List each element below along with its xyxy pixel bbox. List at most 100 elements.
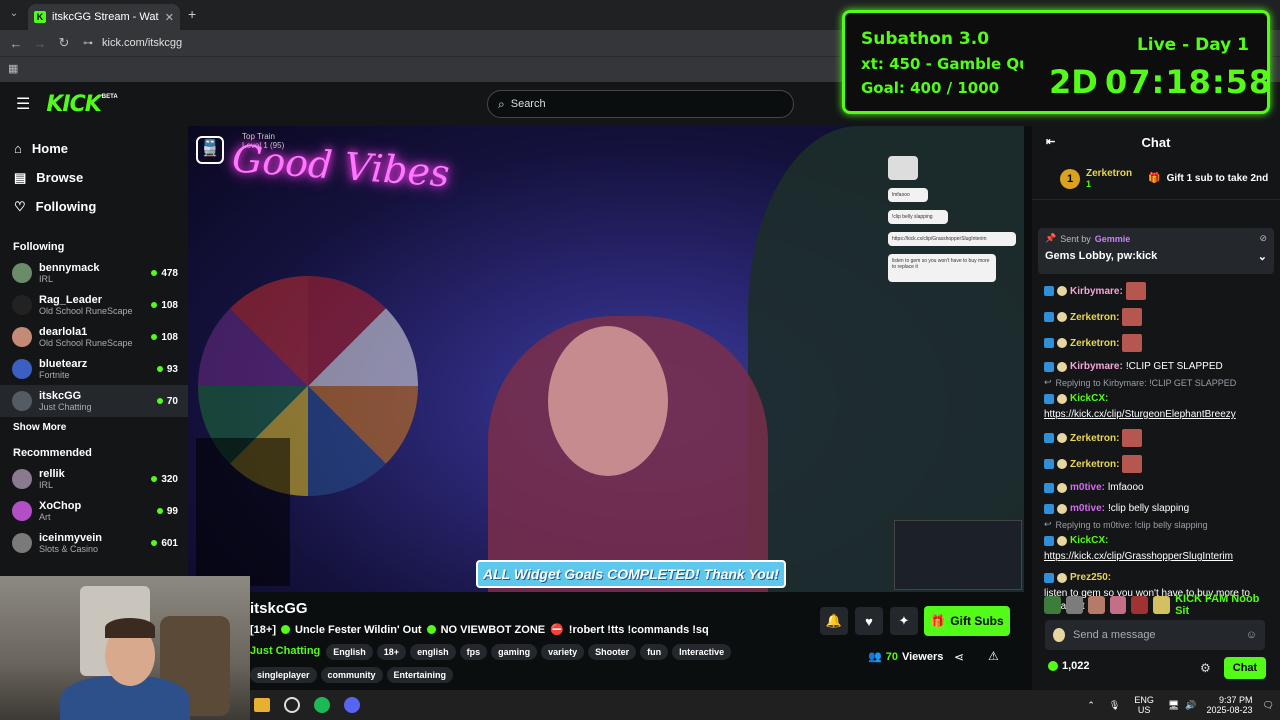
- stream-tag[interactable]: english: [410, 644, 456, 660]
- search-input[interactable]: ⌕ Search: [487, 90, 794, 118]
- emote-icon[interactable]: [1131, 596, 1149, 614]
- stream-tag[interactable]: 18+: [376, 644, 407, 660]
- chat-link[interactable]: https://kick.cx/clip/SturgeonElephantBre…: [1044, 408, 1236, 421]
- emote-icon[interactable]: [1044, 596, 1061, 614]
- chat-settings-icon[interactable]: ⚙: [1200, 661, 1211, 675]
- sidebar-channel-item[interactable]: XoChop Art 99: [0, 495, 188, 527]
- chat-username[interactable]: Prez250:: [1070, 571, 1111, 584]
- emoji-picker-icon[interactable]: ☺: [1246, 629, 1257, 641]
- report-icon[interactable]: ⚠: [988, 649, 999, 663]
- nav-following[interactable]: ♡ Following: [0, 192, 188, 221]
- discord-icon[interactable]: [344, 697, 360, 713]
- chat-username[interactable]: Kirbymare:: [1070, 360, 1123, 373]
- chat-username[interactable]: m0tive:: [1070, 481, 1105, 494]
- top-gifter-name[interactable]: Zerketron: [1086, 168, 1132, 179]
- browser-tab[interactable]: K itskcGG Stream - Watch Live o ✕: [28, 4, 180, 30]
- chat-username[interactable]: m0tive:: [1070, 502, 1105, 515]
- channel-points[interactable]: 1,022: [1048, 660, 1090, 672]
- category-link[interactable]: Just Chatting: [250, 645, 320, 657]
- video-player[interactable]: 🚆 Top Train Level 1 (95) Good Vibes lmfa…: [188, 126, 1024, 592]
- reply-context[interactable]: ↩ Replying to Kirbymare: !CLIP GET SLAPPE…: [1032, 377, 1280, 388]
- file-explorer-icon[interactable]: [254, 698, 270, 712]
- emote-icon[interactable]: [1109, 596, 1127, 614]
- emote-icon[interactable]: [1153, 596, 1171, 614]
- forward-icon[interactable]: →: [28, 36, 52, 51]
- apps-grid-icon[interactable]: ▦: [8, 62, 18, 75]
- send-chat-button[interactable]: Chat: [1224, 657, 1266, 679]
- tab-close-icon[interactable]: ✕: [165, 11, 174, 24]
- pinned-message[interactable]: 📌 Sent by Gemmie ⊘ Gems Lobby, pw:kick ⌄: [1038, 228, 1274, 274]
- emote-icon[interactable]: [1065, 596, 1083, 614]
- stream-tag[interactable]: singleplayer: [250, 667, 317, 683]
- reply-context[interactable]: ↩ Replying to m0tive: !clip belly slappin…: [1032, 519, 1280, 530]
- network-icon[interactable]: 🖥: [1168, 700, 1179, 711]
- chat-message[interactable]: Kirbymare: !CLIP GET SLAPPED: [1032, 356, 1280, 377]
- gift-subs-button[interactable]: 🎁 Gift Subs: [924, 606, 1010, 636]
- chat-message[interactable]: m0tive: !clip belly slapping: [1032, 498, 1280, 519]
- clip-button[interactable]: ✦: [890, 607, 918, 635]
- chat-username[interactable]: Zerketron:: [1070, 458, 1119, 471]
- kick-logo[interactable]: KICK: [46, 92, 101, 117]
- back-icon[interactable]: ←: [4, 36, 28, 51]
- stream-tag[interactable]: Entertaining: [386, 667, 454, 683]
- chat-username[interactable]: Zerketron:: [1070, 432, 1119, 445]
- stream-tag[interactable]: fps: [459, 644, 488, 660]
- emote-icon[interactable]: [1087, 596, 1105, 614]
- sidebar-channel-item[interactable]: rellik IRL 320: [0, 463, 188, 495]
- send-message-input[interactable]: Send a message ☺: [1045, 620, 1265, 650]
- spotify-icon[interactable]: [314, 697, 330, 713]
- notification-icon[interactable]: 🗨: [1263, 700, 1274, 711]
- chat-message[interactable]: Zerketron:: [1032, 451, 1280, 477]
- reload-icon[interactable]: ↻: [52, 35, 76, 51]
- chat-username[interactable]: Kirbymare:: [1070, 285, 1123, 298]
- url-field[interactable]: kick.com/itskcgg: [102, 37, 182, 49]
- top-gifter-cta[interactable]: Gift 1 sub to take 2nd: [1167, 173, 1269, 184]
- chat-username[interactable]: KickCX:: [1070, 392, 1108, 405]
- chat-message[interactable]: Zerketron:: [1032, 304, 1280, 330]
- mic-icon[interactable]: 🎙: [1109, 700, 1120, 711]
- sidebar-channel-item[interactable]: Rag_Leader Old School RuneScape 108: [0, 289, 188, 321]
- clock[interactable]: 9:37 PM 2025-08-23: [1207, 695, 1253, 715]
- stream-tag[interactable]: Shooter: [588, 644, 637, 660]
- chat-username[interactable]: Zerketron:: [1070, 311, 1119, 324]
- chat-link[interactable]: https://kick.cx/clip/GrasshopperSlugInte…: [1044, 550, 1233, 563]
- chat-message[interactable]: KickCX: https://kick.cx/clip/GrasshopperS…: [1032, 530, 1280, 567]
- language-indicator[interactable]: ENG US: [1134, 695, 1154, 715]
- webcam-person-hair: [105, 618, 155, 638]
- sidebar-channel-item[interactable]: iceinmyvein Slots & Casino 601: [0, 527, 188, 559]
- channel-viewer-count: 108: [161, 299, 178, 311]
- nav-browse[interactable]: ▤ Browse: [0, 163, 188, 192]
- sidebar-channel-item[interactable]: dearlola1 Old School RuneScape 108: [0, 321, 188, 353]
- stream-tag[interactable]: community: [320, 667, 383, 683]
- tray-chevron-icon[interactable]: ⌃: [1087, 700, 1095, 711]
- nav-home[interactable]: ⌂ Home: [0, 134, 188, 163]
- sidebar-channel-item[interactable]: bennymack IRL 478: [0, 257, 188, 289]
- stream-tag[interactable]: gaming: [491, 644, 538, 660]
- hide-pin-icon[interactable]: ⊘: [1259, 233, 1267, 244]
- chat-username[interactable]: Zerketron:: [1070, 337, 1119, 350]
- stream-tag[interactable]: fun: [640, 644, 669, 660]
- chat-message[interactable]: KickCX: https://kick.cx/clip/SturgeonElep…: [1032, 388, 1280, 425]
- chat-message[interactable]: Zerketron:: [1032, 330, 1280, 356]
- menu-icon[interactable]: ☰: [16, 94, 30, 114]
- expand-pin-icon[interactable]: ⌄: [1258, 250, 1267, 263]
- sidebar-channel-item[interactable]: itskcGG Just Chatting 70: [0, 385, 188, 417]
- notification-bell-button[interactable]: 🔔: [820, 607, 848, 635]
- chat-message[interactable]: m0tive: lmfaooo: [1032, 477, 1280, 498]
- show-more-link[interactable]: Show More: [0, 417, 188, 439]
- stream-tag[interactable]: English: [326, 644, 373, 660]
- stream-tag[interactable]: variety: [541, 644, 585, 660]
- new-tab-icon[interactable]: +: [188, 6, 196, 22]
- collapse-chat-icon[interactable]: ⇤: [1046, 135, 1055, 148]
- obs-icon[interactable]: [284, 697, 300, 713]
- chat-message[interactable]: Zerketron:: [1032, 425, 1280, 451]
- stream-tag[interactable]: Interactive: [672, 644, 732, 660]
- follow-button[interactable]: ♥: [855, 607, 883, 635]
- site-info-icon[interactable]: ⊶: [76, 38, 100, 49]
- share-icon[interactable]: ⋖: [954, 650, 964, 664]
- volume-icon[interactable]: 🔊: [1185, 700, 1196, 711]
- sidebar-channel-item[interactable]: bluetearz Fortnite 93: [0, 353, 188, 385]
- tab-list-icon[interactable]: ⌄: [2, 8, 26, 19]
- chat-username[interactable]: KickCX:: [1070, 534, 1108, 547]
- chat-message[interactable]: Kirbymare:: [1032, 278, 1280, 304]
